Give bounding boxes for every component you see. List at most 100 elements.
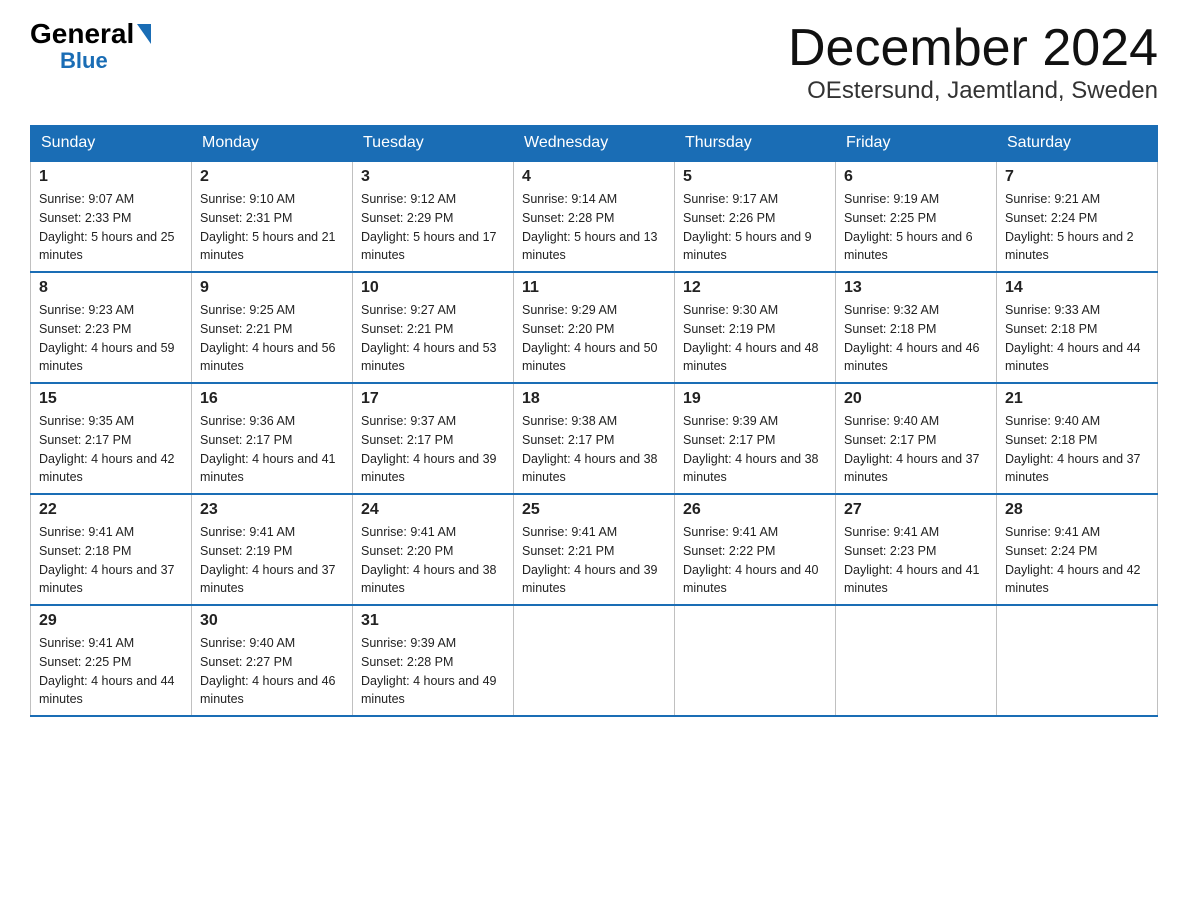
day-number: 15 bbox=[39, 390, 183, 408]
sunrise-label: Sunrise: 9:38 AM bbox=[522, 414, 617, 428]
sunrise-label: Sunrise: 9:33 AM bbox=[1005, 303, 1100, 317]
table-row: 29 Sunrise: 9:41 AM Sunset: 2:25 PM Dayl… bbox=[31, 605, 192, 716]
sunrise-label: Sunrise: 9:37 AM bbox=[361, 414, 456, 428]
daylight-label: Daylight: 4 hours and 48 minutes bbox=[683, 341, 819, 374]
day-info: Sunrise: 9:29 AM Sunset: 2:20 PM Dayligh… bbox=[522, 301, 666, 376]
table-row: 18 Sunrise: 9:38 AM Sunset: 2:17 PM Dayl… bbox=[514, 383, 675, 494]
sunrise-label: Sunrise: 9:41 AM bbox=[200, 525, 295, 539]
table-row: 30 Sunrise: 9:40 AM Sunset: 2:27 PM Dayl… bbox=[192, 605, 353, 716]
calendar-table: Sunday Monday Tuesday Wednesday Thursday… bbox=[30, 125, 1158, 717]
table-row: 20 Sunrise: 9:40 AM Sunset: 2:17 PM Dayl… bbox=[836, 383, 997, 494]
day-number: 30 bbox=[200, 612, 344, 630]
sunset-label: Sunset: 2:23 PM bbox=[844, 544, 936, 558]
day-number: 29 bbox=[39, 612, 183, 630]
day-number: 1 bbox=[39, 168, 183, 186]
sunrise-label: Sunrise: 9:17 AM bbox=[683, 192, 778, 206]
sunset-label: Sunset: 2:17 PM bbox=[39, 433, 131, 447]
sunset-label: Sunset: 2:17 PM bbox=[522, 433, 614, 447]
sunrise-label: Sunrise: 9:39 AM bbox=[683, 414, 778, 428]
day-number: 2 bbox=[200, 168, 344, 186]
day-number: 5 bbox=[683, 168, 827, 186]
table-row bbox=[514, 605, 675, 716]
day-info: Sunrise: 9:41 AM Sunset: 2:24 PM Dayligh… bbox=[1005, 523, 1149, 598]
daylight-label: Daylight: 4 hours and 37 minutes bbox=[1005, 452, 1141, 485]
table-row: 11 Sunrise: 9:29 AM Sunset: 2:20 PM Dayl… bbox=[514, 272, 675, 383]
table-row: 28 Sunrise: 9:41 AM Sunset: 2:24 PM Dayl… bbox=[997, 494, 1158, 605]
day-info: Sunrise: 9:12 AM Sunset: 2:29 PM Dayligh… bbox=[361, 190, 505, 265]
daylight-label: Daylight: 5 hours and 13 minutes bbox=[522, 230, 658, 263]
daylight-label: Daylight: 4 hours and 46 minutes bbox=[844, 341, 980, 374]
sunset-label: Sunset: 2:26 PM bbox=[683, 211, 775, 225]
sunset-label: Sunset: 2:18 PM bbox=[844, 322, 936, 336]
sunset-label: Sunset: 2:28 PM bbox=[522, 211, 614, 225]
day-info: Sunrise: 9:35 AM Sunset: 2:17 PM Dayligh… bbox=[39, 412, 183, 487]
sunset-label: Sunset: 2:17 PM bbox=[200, 433, 292, 447]
day-info: Sunrise: 9:27 AM Sunset: 2:21 PM Dayligh… bbox=[361, 301, 505, 376]
daylight-label: Daylight: 4 hours and 41 minutes bbox=[844, 563, 980, 596]
day-number: 12 bbox=[683, 279, 827, 297]
day-info: Sunrise: 9:14 AM Sunset: 2:28 PM Dayligh… bbox=[522, 190, 666, 265]
sunset-label: Sunset: 2:19 PM bbox=[683, 322, 775, 336]
daylight-label: Daylight: 5 hours and 9 minutes bbox=[683, 230, 812, 263]
sunrise-label: Sunrise: 9:21 AM bbox=[1005, 192, 1100, 206]
sunset-label: Sunset: 2:33 PM bbox=[39, 211, 131, 225]
daylight-label: Daylight: 5 hours and 6 minutes bbox=[844, 230, 973, 263]
day-number: 17 bbox=[361, 390, 505, 408]
day-number: 20 bbox=[844, 390, 988, 408]
logo-triangle-icon bbox=[137, 24, 151, 44]
sunset-label: Sunset: 2:18 PM bbox=[39, 544, 131, 558]
daylight-label: Daylight: 4 hours and 41 minutes bbox=[200, 452, 336, 485]
day-number: 10 bbox=[361, 279, 505, 297]
daylight-label: Daylight: 4 hours and 46 minutes bbox=[200, 674, 336, 707]
sunrise-label: Sunrise: 9:40 AM bbox=[844, 414, 939, 428]
sunset-label: Sunset: 2:17 PM bbox=[683, 433, 775, 447]
table-row: 4 Sunrise: 9:14 AM Sunset: 2:28 PM Dayli… bbox=[514, 161, 675, 272]
daylight-label: Daylight: 4 hours and 37 minutes bbox=[39, 563, 175, 596]
logo-blue-text: Blue bbox=[60, 48, 108, 74]
day-info: Sunrise: 9:39 AM Sunset: 2:17 PM Dayligh… bbox=[683, 412, 827, 487]
sunrise-label: Sunrise: 9:29 AM bbox=[522, 303, 617, 317]
sunrise-label: Sunrise: 9:14 AM bbox=[522, 192, 617, 206]
day-info: Sunrise: 9:41 AM Sunset: 2:20 PM Dayligh… bbox=[361, 523, 505, 598]
day-number: 18 bbox=[522, 390, 666, 408]
table-row: 9 Sunrise: 9:25 AM Sunset: 2:21 PM Dayli… bbox=[192, 272, 353, 383]
day-info: Sunrise: 9:40 AM Sunset: 2:27 PM Dayligh… bbox=[200, 634, 344, 709]
sunrise-label: Sunrise: 9:41 AM bbox=[39, 525, 134, 539]
calendar-header-row: Sunday Monday Tuesday Wednesday Thursday… bbox=[31, 126, 1158, 162]
day-info: Sunrise: 9:40 AM Sunset: 2:17 PM Dayligh… bbox=[844, 412, 988, 487]
day-info: Sunrise: 9:39 AM Sunset: 2:28 PM Dayligh… bbox=[361, 634, 505, 709]
table-row: 19 Sunrise: 9:39 AM Sunset: 2:17 PM Dayl… bbox=[675, 383, 836, 494]
sunrise-label: Sunrise: 9:40 AM bbox=[1005, 414, 1100, 428]
day-number: 19 bbox=[683, 390, 827, 408]
sunrise-label: Sunrise: 9:39 AM bbox=[361, 636, 456, 650]
table-row: 24 Sunrise: 9:41 AM Sunset: 2:20 PM Dayl… bbox=[353, 494, 514, 605]
table-row: 3 Sunrise: 9:12 AM Sunset: 2:29 PM Dayli… bbox=[353, 161, 514, 272]
daylight-label: Daylight: 4 hours and 40 minutes bbox=[683, 563, 819, 596]
day-info: Sunrise: 9:41 AM Sunset: 2:25 PM Dayligh… bbox=[39, 634, 183, 709]
location-title: OEstersund, Jaemtland, Sweden bbox=[788, 77, 1158, 105]
sunset-label: Sunset: 2:17 PM bbox=[844, 433, 936, 447]
table-row: 10 Sunrise: 9:27 AM Sunset: 2:21 PM Dayl… bbox=[353, 272, 514, 383]
table-row bbox=[997, 605, 1158, 716]
col-saturday: Saturday bbox=[997, 126, 1158, 162]
day-number: 11 bbox=[522, 279, 666, 297]
table-row: 2 Sunrise: 9:10 AM Sunset: 2:31 PM Dayli… bbox=[192, 161, 353, 272]
sunrise-label: Sunrise: 9:41 AM bbox=[361, 525, 456, 539]
day-number: 25 bbox=[522, 501, 666, 519]
day-info: Sunrise: 9:17 AM Sunset: 2:26 PM Dayligh… bbox=[683, 190, 827, 265]
day-number: 24 bbox=[361, 501, 505, 519]
day-info: Sunrise: 9:10 AM Sunset: 2:31 PM Dayligh… bbox=[200, 190, 344, 265]
day-info: Sunrise: 9:37 AM Sunset: 2:17 PM Dayligh… bbox=[361, 412, 505, 487]
day-info: Sunrise: 9:41 AM Sunset: 2:19 PM Dayligh… bbox=[200, 523, 344, 598]
day-number: 31 bbox=[361, 612, 505, 630]
day-info: Sunrise: 9:41 AM Sunset: 2:21 PM Dayligh… bbox=[522, 523, 666, 598]
table-row: 15 Sunrise: 9:35 AM Sunset: 2:17 PM Dayl… bbox=[31, 383, 192, 494]
col-friday: Friday bbox=[836, 126, 997, 162]
day-number: 4 bbox=[522, 168, 666, 186]
sunset-label: Sunset: 2:17 PM bbox=[361, 433, 453, 447]
daylight-label: Daylight: 4 hours and 50 minutes bbox=[522, 341, 658, 374]
day-number: 13 bbox=[844, 279, 988, 297]
sunset-label: Sunset: 2:21 PM bbox=[361, 322, 453, 336]
daylight-label: Daylight: 4 hours and 37 minutes bbox=[844, 452, 980, 485]
sunrise-label: Sunrise: 9:35 AM bbox=[39, 414, 134, 428]
